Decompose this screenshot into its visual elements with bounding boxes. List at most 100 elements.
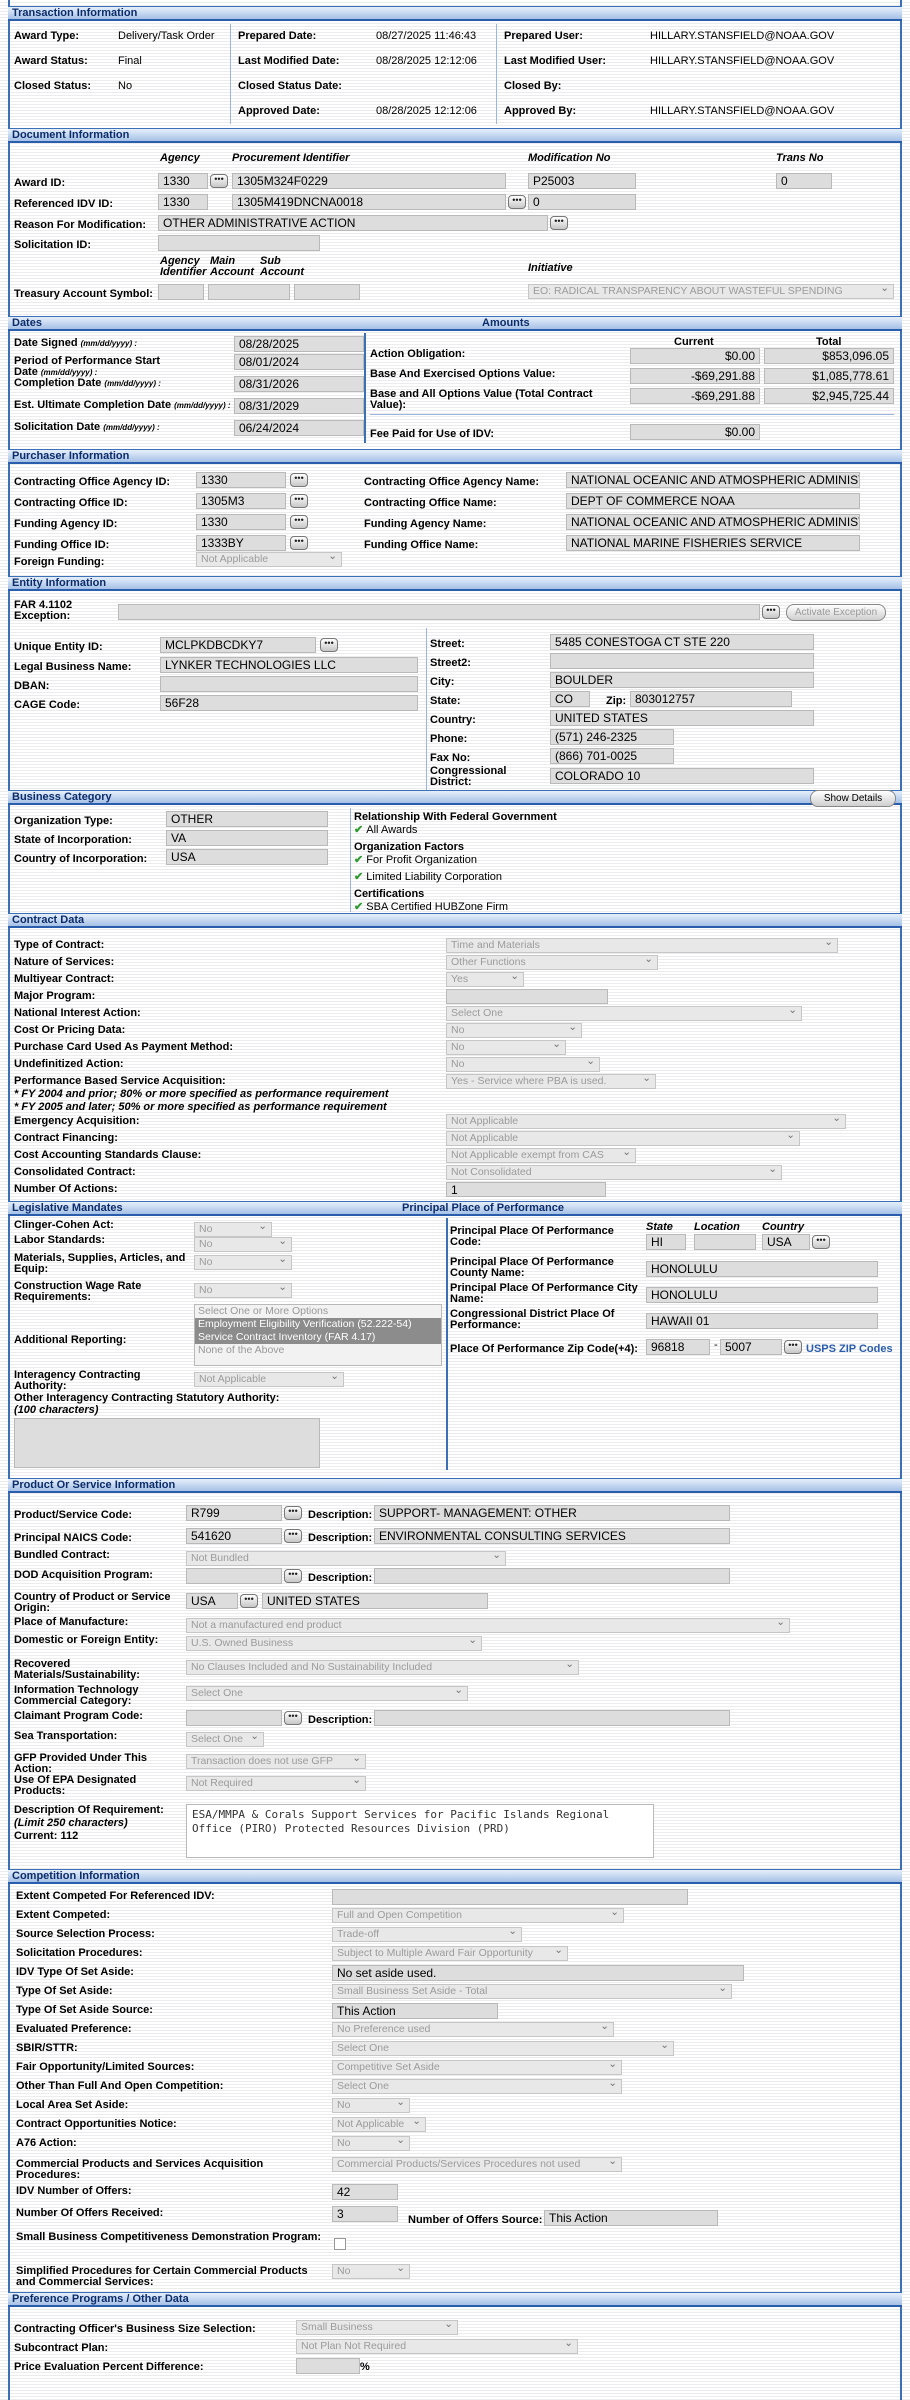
- treasury-agency-field[interactable]: [158, 284, 204, 300]
- legislative-select[interactable]: No: [194, 1222, 272, 1237]
- competition-field[interactable]: No: [332, 2264, 410, 2279]
- contract-field[interactable]: Not Applicable exempt from CAS: [446, 1148, 636, 1163]
- cage-field[interactable]: 56F28: [160, 695, 418, 711]
- initiative-select[interactable]: EO: RADICAL TRANSPARENCY ABOUT WASTEFUL …: [528, 284, 894, 299]
- option-select[interactable]: Select One or More Options: [195, 1305, 441, 1318]
- activate-exception-button[interactable]: Activate Exception: [786, 604, 886, 621]
- ref-agency-field[interactable]: 1330: [158, 194, 208, 210]
- contract-field[interactable]: Select One: [446, 1006, 802, 1021]
- ellipsis-icon[interactable]: •••: [284, 1569, 302, 1583]
- congressional-district-field[interactable]: COLORADO 10: [550, 768, 814, 784]
- ellipsis-icon[interactable]: •••: [290, 473, 308, 487]
- state-incorporation-field[interactable]: VA: [166, 830, 328, 846]
- product-select[interactable]: Not Bundled: [186, 1551, 506, 1566]
- competition-field[interactable]: Not Applicable: [332, 2117, 426, 2132]
- competition-field[interactable]: Small Business Set Aside - Total: [332, 1984, 732, 1999]
- contract-field[interactable]: No: [446, 1023, 582, 1038]
- reason-field[interactable]: OTHER ADMINISTRATIVE ACTION: [158, 215, 548, 231]
- ref-procurement-field[interactable]: 1305M419DNCNA0018: [232, 194, 506, 210]
- option-service-contract-inventory[interactable]: Service Contract Inventory (FAR 4.17): [195, 1331, 441, 1344]
- dod-acq-field[interactable]: [186, 1568, 282, 1584]
- preference-field[interactable]: [296, 2358, 360, 2374]
- competition-field[interactable]: Competitive Set Aside: [332, 2060, 622, 2075]
- psc-field[interactable]: R799: [186, 1505, 282, 1521]
- show-details-button[interactable]: Show Details: [810, 790, 896, 807]
- other-interagency-textarea[interactable]: [14, 1418, 320, 1468]
- fee-field[interactable]: $0.00: [630, 424, 760, 440]
- state-field[interactable]: CO: [550, 691, 590, 707]
- product-select[interactable]: No Clauses Included and No Sustainabilit…: [186, 1660, 579, 1675]
- legislative-select[interactable]: No: [194, 1237, 292, 1252]
- competition-field[interactable]: No: [332, 2098, 410, 2113]
- street-field[interactable]: 5485 CONESTOGA CT STE 220: [550, 634, 814, 650]
- competition-field[interactable]: 42: [332, 2184, 398, 2200]
- additional-reporting-select[interactable]: Select One or More Options Employment El…: [194, 1304, 442, 1366]
- claimant-field[interactable]: [186, 1710, 282, 1726]
- date-field[interactable]: 08/31/2026: [234, 376, 364, 392]
- country-origin-field[interactable]: USA: [186, 1593, 238, 1609]
- ellipsis-icon[interactable]: •••: [320, 638, 338, 652]
- street2-field[interactable]: [550, 653, 814, 669]
- date-field[interactable]: 06/24/2024: [234, 420, 364, 436]
- competition-field[interactable]: Full and Open Competition: [332, 1908, 624, 1923]
- ref-mod-field[interactable]: 0: [528, 194, 636, 210]
- purchaser-name-field[interactable]: DEPT OF COMMERCE NOAA: [566, 493, 860, 509]
- competition-field[interactable]: [332, 1889, 688, 1905]
- option-employment-eligibility[interactable]: Employment Eligibility Verification (52.…: [195, 1318, 441, 1331]
- competition-field[interactable]: Select One: [332, 2079, 622, 2094]
- ppop-zip4-field[interactable]: 5007: [720, 1339, 782, 1355]
- contract-field[interactable]: Not Applicable: [446, 1114, 846, 1129]
- legal-name-field[interactable]: LYNKER TECHNOLOGIES LLC: [160, 657, 418, 673]
- purchaser-name-field[interactable]: NATIONAL OCEANIC AND ATMOSPHERIC ADMINIS…: [566, 514, 860, 530]
- product-select[interactable]: Select One: [186, 1732, 264, 1747]
- country-incorporation-field[interactable]: USA: [166, 849, 328, 865]
- product-select[interactable]: Not Required: [186, 1776, 366, 1791]
- contract-field[interactable]: Yes - Service where PBA is used.: [446, 1074, 656, 1089]
- competition-field[interactable]: Commercial Products/Services Procedures …: [332, 2157, 622, 2172]
- solicitation-id-field[interactable]: [158, 235, 320, 251]
- product-select[interactable]: U.S. Owned Business: [186, 1636, 482, 1651]
- contract-field[interactable]: Not Consolidated: [446, 1165, 782, 1180]
- purchaser-name-field[interactable]: NATIONAL MARINE FISHERIES SERVICE: [566, 535, 860, 551]
- country-origin-name[interactable]: UNITED STATES: [262, 1593, 488, 1609]
- claimant-desc-field[interactable]: [374, 1710, 730, 1726]
- amount-total-field[interactable]: $853,096.05: [764, 348, 894, 364]
- ellipsis-icon[interactable]: •••: [550, 216, 568, 230]
- foreign-funding-select[interactable]: Not Applicable: [196, 552, 342, 567]
- ppop-city-field[interactable]: HONOLULU: [646, 1287, 878, 1303]
- ppop-cd-field[interactable]: HAWAII 01: [646, 1313, 878, 1329]
- treasury-sub-field[interactable]: [294, 284, 360, 300]
- ppop-county-field[interactable]: HONOLULU: [646, 1261, 878, 1277]
- usps-zip-link[interactable]: USPS ZIP Codes: [806, 1343, 893, 1356]
- competition-field[interactable]: Select One: [332, 2041, 674, 2056]
- dod-desc-field[interactable]: [374, 1568, 730, 1584]
- interagency-select[interactable]: Not Applicable: [194, 1372, 344, 1387]
- naics-field[interactable]: 541620: [186, 1528, 282, 1544]
- amount-total-field[interactable]: $1,085,778.61: [764, 368, 894, 384]
- date-field[interactable]: 08/31/2029: [234, 398, 364, 414]
- purchaser-id-field[interactable]: 1305M3: [196, 493, 286, 509]
- city-field[interactable]: BOULDER: [550, 672, 814, 688]
- date-field[interactable]: 08/01/2024: [234, 354, 364, 370]
- ellipsis-icon[interactable]: •••: [284, 1529, 302, 1543]
- contract-field[interactable]: Other Functions: [446, 955, 658, 970]
- ppop-state-field[interactable]: HI: [646, 1234, 686, 1250]
- ellipsis-icon[interactable]: •••: [812, 1235, 830, 1249]
- country-field[interactable]: UNITED STATES: [550, 710, 814, 726]
- product-select[interactable]: Not a manufactured end product: [186, 1618, 790, 1633]
- amount-total-field[interactable]: $2,945,725.44: [764, 388, 894, 404]
- contract-field[interactable]: Yes: [446, 972, 524, 987]
- treasury-main-field[interactable]: [208, 284, 290, 300]
- ellipsis-icon[interactable]: •••: [210, 174, 228, 188]
- ellipsis-icon[interactable]: •••: [784, 1340, 802, 1354]
- trans-no-field[interactable]: 0: [776, 173, 832, 189]
- modification-field[interactable]: P25003: [528, 173, 636, 189]
- award-agency-field[interactable]: 1330: [158, 173, 208, 189]
- legislative-select[interactable]: No: [194, 1255, 292, 1270]
- competition-field[interactable]: 3: [332, 2206, 398, 2222]
- product-select[interactable]: Transaction does not use GFP: [186, 1754, 366, 1769]
- purchaser-id-field[interactable]: 1330: [196, 514, 286, 530]
- org-type-field[interactable]: OTHER: [166, 811, 328, 827]
- contract-field[interactable]: Not Applicable: [446, 1131, 800, 1146]
- competition-field[interactable]: Trade-off: [332, 1927, 522, 1942]
